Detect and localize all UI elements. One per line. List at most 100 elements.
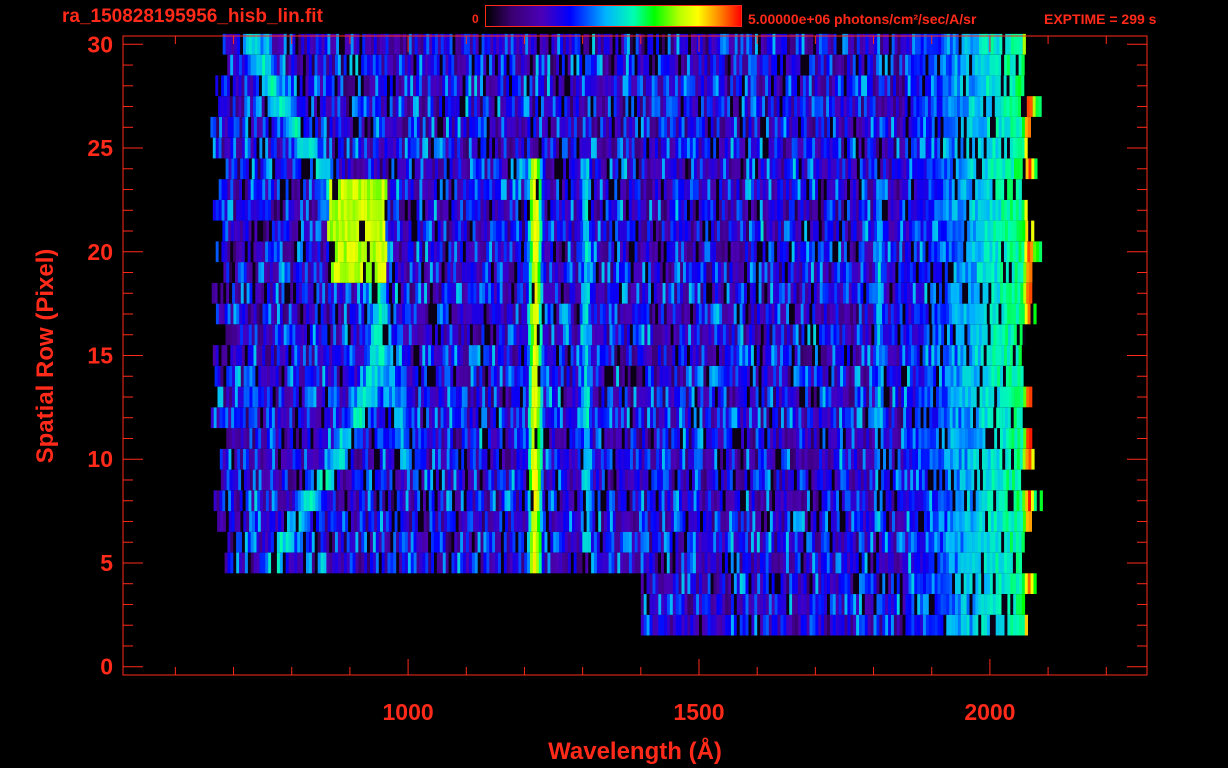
heatmap-cell <box>966 531 970 553</box>
heatmap-cell <box>225 324 229 346</box>
heatmap-cell <box>365 428 369 449</box>
heatmap-cell <box>876 552 880 574</box>
heatmap-cell <box>787 386 791 408</box>
heatmap-cell <box>543 365 547 387</box>
heatmap-cell <box>862 324 866 346</box>
heatmap-cell <box>995 552 999 574</box>
heatmap-cell <box>377 511 381 532</box>
heatmap-cell <box>369 241 373 263</box>
heatmap-cell <box>404 345 408 366</box>
heatmap-cell <box>722 594 726 615</box>
heatmap-cell <box>388 324 392 346</box>
heatmap-cell <box>941 511 945 532</box>
heatmap-cell <box>859 594 863 615</box>
heatmap-cell <box>787 262 791 283</box>
heatmap-cell <box>250 241 254 263</box>
heatmap-cell <box>735 386 739 408</box>
heatmap-cell <box>876 490 880 512</box>
heatmap-cell <box>300 490 304 512</box>
heatmap-cell <box>276 531 281 553</box>
heatmap-cell <box>688 365 692 387</box>
heatmap-cell <box>525 324 529 346</box>
heatmap-cell <box>974 469 978 491</box>
heatmap-cell <box>342 448 346 470</box>
heatmap-cell <box>848 262 852 283</box>
heatmap-cell <box>614 303 618 325</box>
heatmap-cell <box>652 345 656 366</box>
heatmap-cell <box>913 531 918 553</box>
heatmap-cell <box>863 511 867 532</box>
heatmap-cell <box>790 386 794 408</box>
heatmap-cell <box>401 469 405 491</box>
heatmap-cell <box>693 324 698 346</box>
heatmap-cell <box>649 594 653 615</box>
heatmap-cell <box>957 241 961 263</box>
heatmap-cell <box>512 552 516 574</box>
heatmap-cell <box>605 552 609 574</box>
heatmap-cell <box>249 511 253 532</box>
heatmap-cell <box>508 282 512 304</box>
heatmap-cell <box>924 428 928 449</box>
heatmap-cell <box>507 490 511 512</box>
heatmap-cell <box>550 241 554 263</box>
heatmap-cell <box>694 469 699 491</box>
heatmap-cell <box>896 573 900 594</box>
heatmap-cell <box>340 531 345 553</box>
heatmap-cell <box>258 262 262 283</box>
heatmap-cell <box>308 531 313 553</box>
heatmap-cell <box>427 282 431 304</box>
heatmap-cell <box>816 448 820 470</box>
heatmap-cell <box>543 282 547 304</box>
heatmap-cell <box>764 262 768 283</box>
heatmap-cell <box>253 241 257 263</box>
heatmap-cell <box>745 303 749 325</box>
heatmap-cell <box>485 386 489 408</box>
heatmap-cell <box>984 407 988 429</box>
heatmap-cell <box>294 303 298 325</box>
heatmap-cell <box>1002 448 1006 470</box>
heatmap-cell <box>690 594 694 615</box>
heatmap-cell <box>812 552 816 574</box>
heatmap-cell <box>406 469 411 491</box>
heatmap-cell <box>1008 511 1012 532</box>
heatmap-cell <box>756 531 761 553</box>
heatmap-cell <box>828 262 832 283</box>
heatmap-cell <box>550 531 554 553</box>
heatmap-cell <box>244 552 249 574</box>
heatmap-cell <box>670 490 674 512</box>
heatmap-cell <box>914 573 918 594</box>
heatmap-cell <box>1004 531 1008 553</box>
heatmap-cell <box>799 469 803 491</box>
heatmap-cell <box>673 448 677 470</box>
heatmap-cell <box>705 511 710 532</box>
heatmap-cell <box>904 262 908 283</box>
heatmap-cell <box>746 386 751 408</box>
heatmap-cell <box>979 365 983 387</box>
heatmap-cell <box>1007 345 1011 366</box>
heatmap-cell <box>717 386 721 408</box>
heatmap-cell <box>604 428 608 449</box>
heatmap-cell <box>733 345 737 366</box>
heatmap-cell <box>656 428 660 449</box>
heatmap-cell <box>444 262 448 283</box>
heatmap-cell <box>988 262 992 283</box>
heatmap-cell <box>561 241 565 263</box>
heatmap-cell <box>423 490 427 512</box>
heatmap-cell <box>706 262 710 283</box>
heatmap-cell <box>860 469 864 491</box>
heatmap-cell <box>793 428 797 449</box>
heatmap-cell <box>636 282 640 304</box>
heatmap-cell <box>662 469 667 491</box>
heatmap-cell <box>319 469 323 491</box>
heatmap-cell <box>518 552 522 574</box>
heatmap-cell <box>940 573 944 594</box>
heatmap-cell <box>266 386 271 408</box>
heatmap-cell <box>375 345 379 366</box>
heatmap-cell <box>314 531 318 553</box>
heatmap-cell <box>1016 614 1020 636</box>
heatmap-cell <box>760 573 764 594</box>
heatmap-cell <box>255 511 259 532</box>
heatmap-cell <box>445 241 449 263</box>
heatmap-cell <box>726 448 730 470</box>
heatmap-cell <box>461 282 466 304</box>
